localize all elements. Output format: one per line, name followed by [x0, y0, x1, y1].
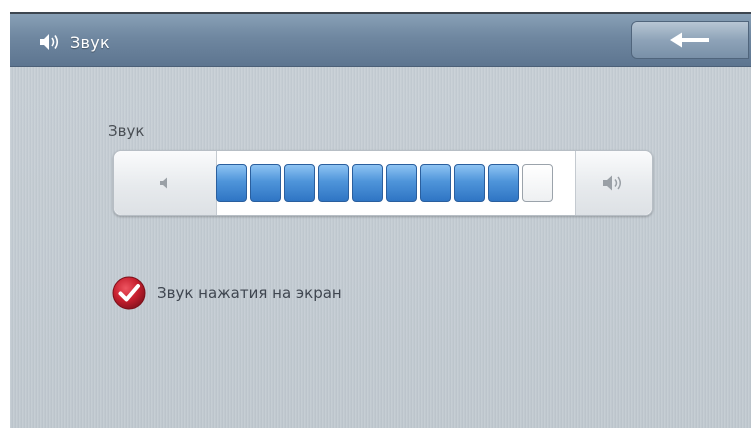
volume-segment[interactable]: [454, 164, 485, 202]
volume-segment[interactable]: [522, 164, 553, 202]
volume-segment[interactable]: [216, 164, 247, 202]
touch-sound-checkbox[interactable]: [111, 275, 147, 311]
settings-screen: Звук Звук Звук нажатия на экран: [10, 12, 751, 428]
volume-label: Звук: [108, 122, 145, 140]
touch-sound-label: Звук нажатия на экран: [157, 284, 342, 302]
volume-up-button[interactable]: [575, 151, 652, 215]
volume-down-icon: [160, 177, 167, 189]
volume-segment[interactable]: [318, 164, 349, 202]
volume-segment[interactable]: [420, 164, 451, 202]
back-arrow-icon: [670, 32, 709, 48]
volume-slider[interactable]: [113, 150, 653, 216]
speaker-icon: [40, 34, 59, 50]
header-bar: Звук: [10, 14, 751, 67]
volume-down-button[interactable]: [114, 151, 217, 215]
volume-segment[interactable]: [352, 164, 383, 202]
page-title: Звук: [70, 32, 111, 52]
volume-segment[interactable]: [488, 164, 519, 202]
touch-sound-option[interactable]: Звук нажатия на экран: [111, 275, 342, 311]
volume-segment[interactable]: [250, 164, 281, 202]
volume-segment[interactable]: [284, 164, 315, 202]
volume-level-bar[interactable]: [216, 151, 576, 215]
volume-segment[interactable]: [386, 164, 417, 202]
header-title-group: Звук: [38, 30, 110, 54]
volume-up-icon: [603, 175, 621, 191]
back-button[interactable]: [631, 21, 749, 59]
